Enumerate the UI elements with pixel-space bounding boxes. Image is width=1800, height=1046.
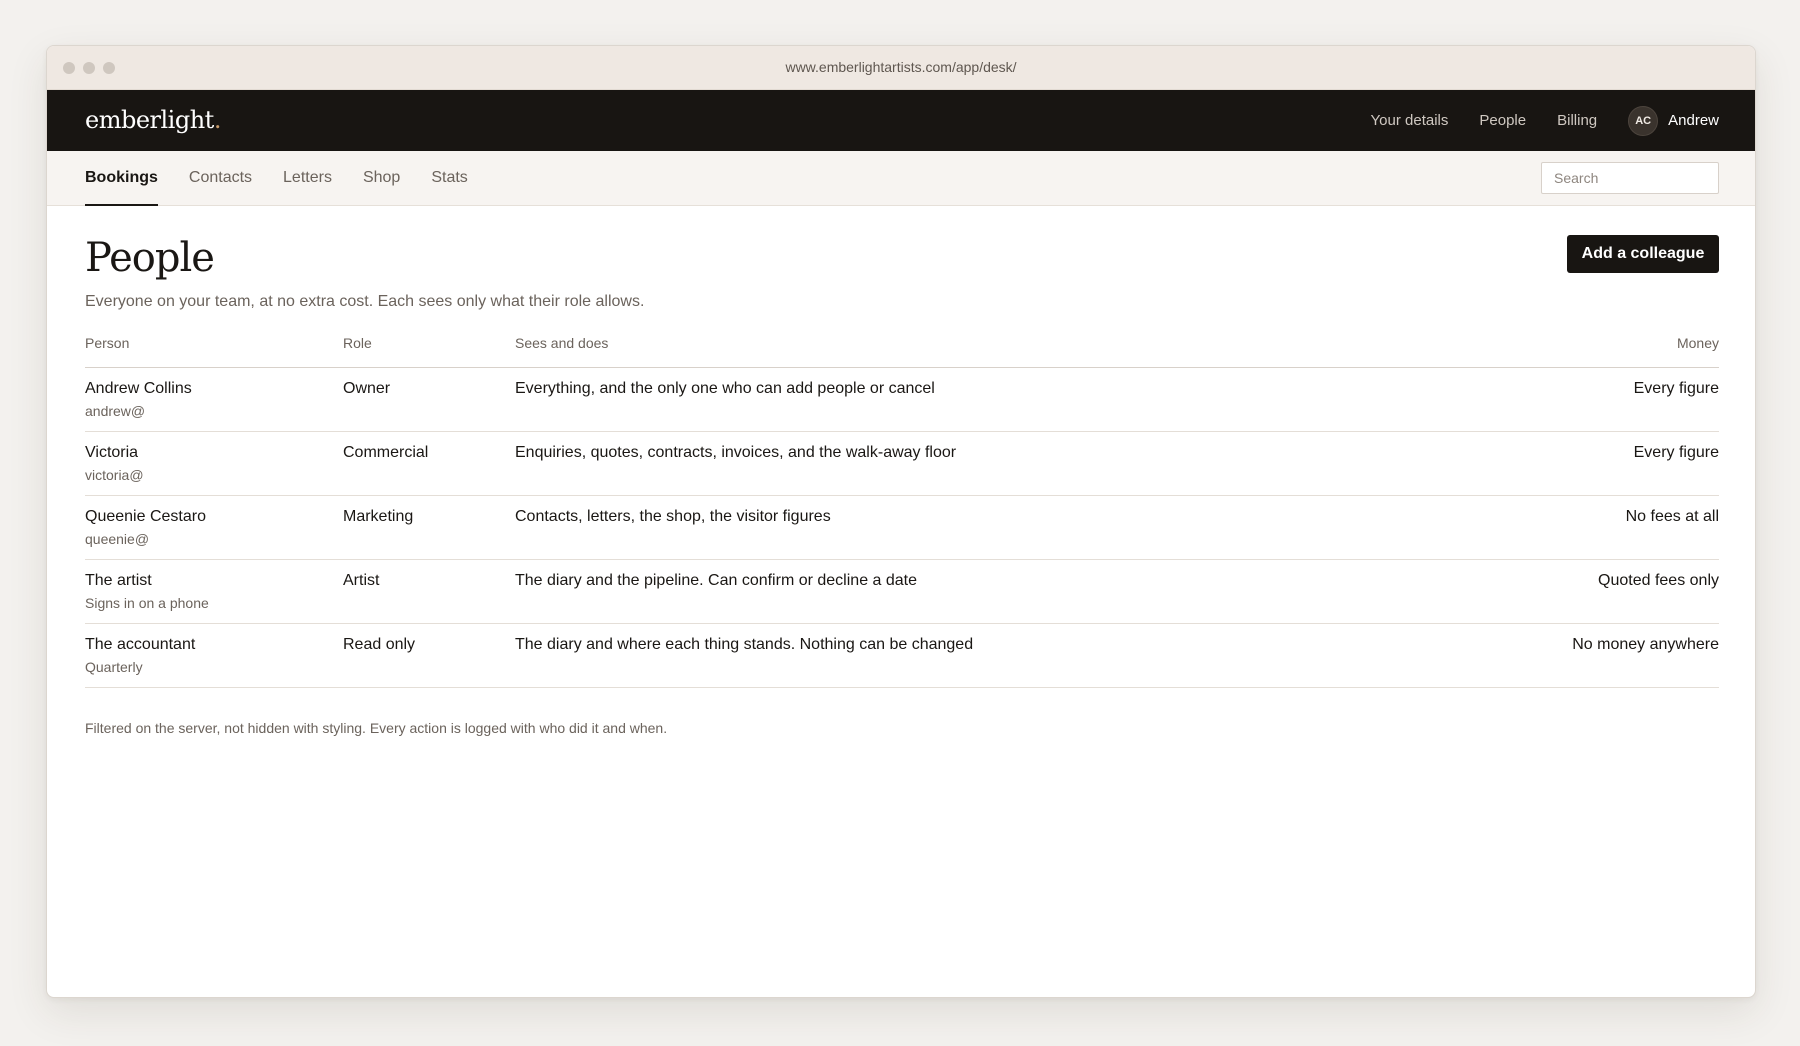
page-title: People bbox=[85, 235, 215, 281]
avatar: AC bbox=[1628, 105, 1659, 136]
person-cell: Andrew Collins andrew@ bbox=[85, 367, 343, 432]
sees-cell: Everything, and the only one who can add… bbox=[515, 367, 1427, 432]
app-header: emberlight. Your details People Billing … bbox=[47, 90, 1755, 151]
people-table: Person Role Sees and does Money Andrew C… bbox=[85, 331, 1719, 688]
person-detail: Signs in on a phone bbox=[85, 595, 209, 611]
table-row[interactable]: Victoria victoria@ Commercial Enquiries, … bbox=[85, 431, 1719, 496]
money-cell: Quoted fees only bbox=[1426, 559, 1719, 624]
nav-your-details[interactable]: Your details bbox=[1371, 112, 1449, 129]
user-menu[interactable]: AC Andrew bbox=[1628, 105, 1719, 136]
browser-window: www.emberlightartists.com/app/desk/ embe… bbox=[46, 45, 1756, 998]
main-content: People Add a colleague Everyone on your … bbox=[85, 205, 1719, 736]
person-detail: victoria@ bbox=[85, 467, 144, 483]
tab-contacts[interactable]: Contacts bbox=[189, 151, 252, 205]
person-name: Queenie Cestaro bbox=[85, 508, 206, 525]
brand-logo[interactable]: emberlight. bbox=[85, 106, 221, 134]
person-name: Victoria bbox=[85, 444, 139, 461]
column-header-money[interactable]: Money bbox=[1426, 331, 1719, 368]
person-name: The artist bbox=[85, 572, 152, 589]
person-name: The accountant bbox=[85, 636, 196, 653]
sees-cell: The diary and where each thing stands. N… bbox=[515, 623, 1427, 688]
user-name: Andrew bbox=[1668, 112, 1719, 129]
page-subtitle: Everyone on your team, at no extra cost.… bbox=[85, 293, 645, 310]
person-detail: Quarterly bbox=[85, 659, 143, 675]
browser-chrome: www.emberlightartists.com/app/desk/ bbox=[47, 46, 1755, 90]
footnote: Filtered on the server, not hidden with … bbox=[85, 720, 668, 736]
table-row[interactable]: The artist Signs in on a phone Artist The… bbox=[85, 559, 1719, 624]
column-header-person[interactable]: Person bbox=[85, 331, 343, 368]
tab-shop[interactable]: Shop bbox=[363, 151, 400, 205]
sees-cell: Contacts, letters, the shop, the visitor… bbox=[515, 495, 1427, 560]
column-header-role[interactable]: Role bbox=[343, 331, 515, 368]
add-colleague-button[interactable]: Add a colleague bbox=[1567, 235, 1719, 273]
table-header-row: Person Role Sees and does Money bbox=[85, 331, 1719, 368]
sees-cell: Enquiries, quotes, contracts, invoices, … bbox=[515, 431, 1427, 496]
role-cell: Owner bbox=[343, 367, 515, 432]
column-header-sees-and-does[interactable]: Sees and does bbox=[515, 331, 1427, 368]
money-cell: No fees at all bbox=[1426, 495, 1719, 560]
person-detail: andrew@ bbox=[85, 403, 146, 419]
role-cell: Commercial bbox=[343, 431, 515, 496]
money-cell: Every figure bbox=[1426, 431, 1719, 496]
nav-billing[interactable]: Billing bbox=[1557, 112, 1597, 129]
tab-bookings[interactable]: Bookings bbox=[85, 151, 158, 206]
role-cell: Read only bbox=[343, 623, 515, 688]
person-detail: queenie@ bbox=[85, 531, 150, 547]
money-cell: No money anywhere bbox=[1426, 623, 1719, 688]
table-row[interactable]: Andrew Collins andrew@ Owner Everything, … bbox=[85, 367, 1719, 432]
person-cell: The accountant Quarterly bbox=[85, 623, 343, 688]
tab-stats[interactable]: Stats bbox=[431, 151, 467, 205]
nav-people[interactable]: People bbox=[1479, 112, 1526, 129]
search-input[interactable] bbox=[1541, 162, 1719, 194]
tab-letters[interactable]: Letters bbox=[283, 151, 332, 205]
role-cell: Marketing bbox=[343, 495, 515, 560]
person-cell: Queenie Cestaro queenie@ bbox=[85, 495, 343, 560]
logo-dot: . bbox=[213, 106, 222, 134]
sees-cell: The diary and the pipeline. Can confirm … bbox=[515, 559, 1427, 624]
section-tabs: Bookings Contacts Letters Shop Stats bbox=[85, 151, 499, 206]
logo-text: emberlight bbox=[85, 106, 214, 134]
role-cell: Artist bbox=[343, 559, 515, 624]
address-bar[interactable]: www.emberlightartists.com/app/desk/ bbox=[47, 59, 1755, 75]
person-cell: The artist Signs in on a phone bbox=[85, 559, 343, 624]
money-cell: Every figure bbox=[1426, 367, 1719, 432]
table-row[interactable]: The accountant Quarterly Read only The di… bbox=[85, 623, 1719, 688]
person-name: Andrew Collins bbox=[85, 380, 192, 397]
account-nav: Your details People Billing AC Andrew bbox=[1340, 90, 1719, 151]
table-row[interactable]: Queenie Cestaro queenie@ Marketing Contac… bbox=[85, 495, 1719, 560]
section-tabs-bar: Bookings Contacts Letters Shop Stats bbox=[47, 151, 1755, 206]
person-cell: Victoria victoria@ bbox=[85, 431, 343, 496]
